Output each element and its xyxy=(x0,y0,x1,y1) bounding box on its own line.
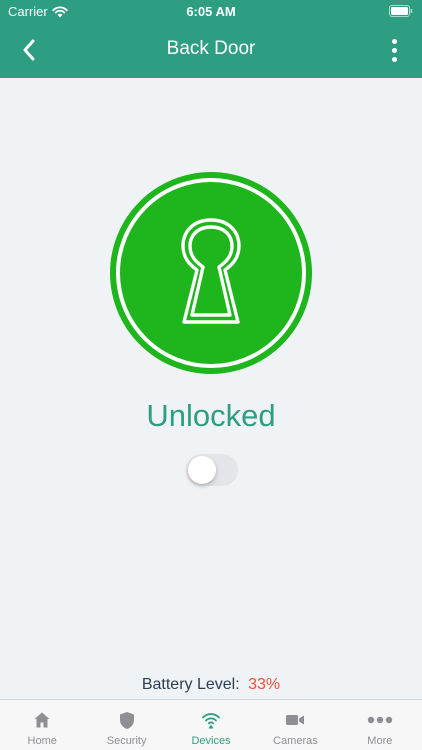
status-time: 6:05 AM xyxy=(186,4,236,19)
tab-label: Security xyxy=(106,735,147,747)
shield-icon xyxy=(119,711,134,729)
tab-label: Devices xyxy=(191,735,231,747)
tab-label: Cameras xyxy=(273,735,318,747)
chevron-left-icon xyxy=(23,39,35,61)
battery-level: Battery Level: 33% xyxy=(0,676,422,694)
video-camera-icon xyxy=(286,715,305,725)
battery-icon xyxy=(389,5,413,17)
battery-level-label: Battery Level: xyxy=(141,676,240,693)
tab-label: Home xyxy=(27,735,57,747)
status-bar: Carrier 6:05 AM xyxy=(0,0,422,22)
tab-security[interactable]: Security xyxy=(84,700,168,750)
nav-bar: Back Door xyxy=(0,22,422,78)
ellipsis-icon xyxy=(367,716,393,724)
back-button[interactable] xyxy=(14,36,44,64)
lock-status-button[interactable] xyxy=(110,172,312,374)
tab-label: More xyxy=(367,735,393,747)
wifi-icon xyxy=(202,713,220,729)
lock-status-text: Unlocked xyxy=(146,398,276,433)
tab-bar: Home Security Devices Cameras More xyxy=(0,699,422,750)
more-options-button[interactable] xyxy=(386,36,402,64)
battery-level-value: 33% xyxy=(248,676,281,693)
tab-home[interactable]: Home xyxy=(0,700,84,750)
tab-devices[interactable]: Devices xyxy=(169,700,253,750)
tab-cameras[interactable]: Cameras xyxy=(253,700,337,750)
header: Carrier 6:05 AM Back Door xyxy=(0,0,422,78)
toggle-knob xyxy=(188,456,216,484)
lock-toggle[interactable] xyxy=(186,454,238,486)
more-vertical-icon xyxy=(391,38,397,44)
keyhole-icon xyxy=(181,218,241,324)
home-icon xyxy=(34,712,50,728)
page-title: Back Door xyxy=(166,38,256,59)
tab-more[interactable]: More xyxy=(338,700,422,750)
